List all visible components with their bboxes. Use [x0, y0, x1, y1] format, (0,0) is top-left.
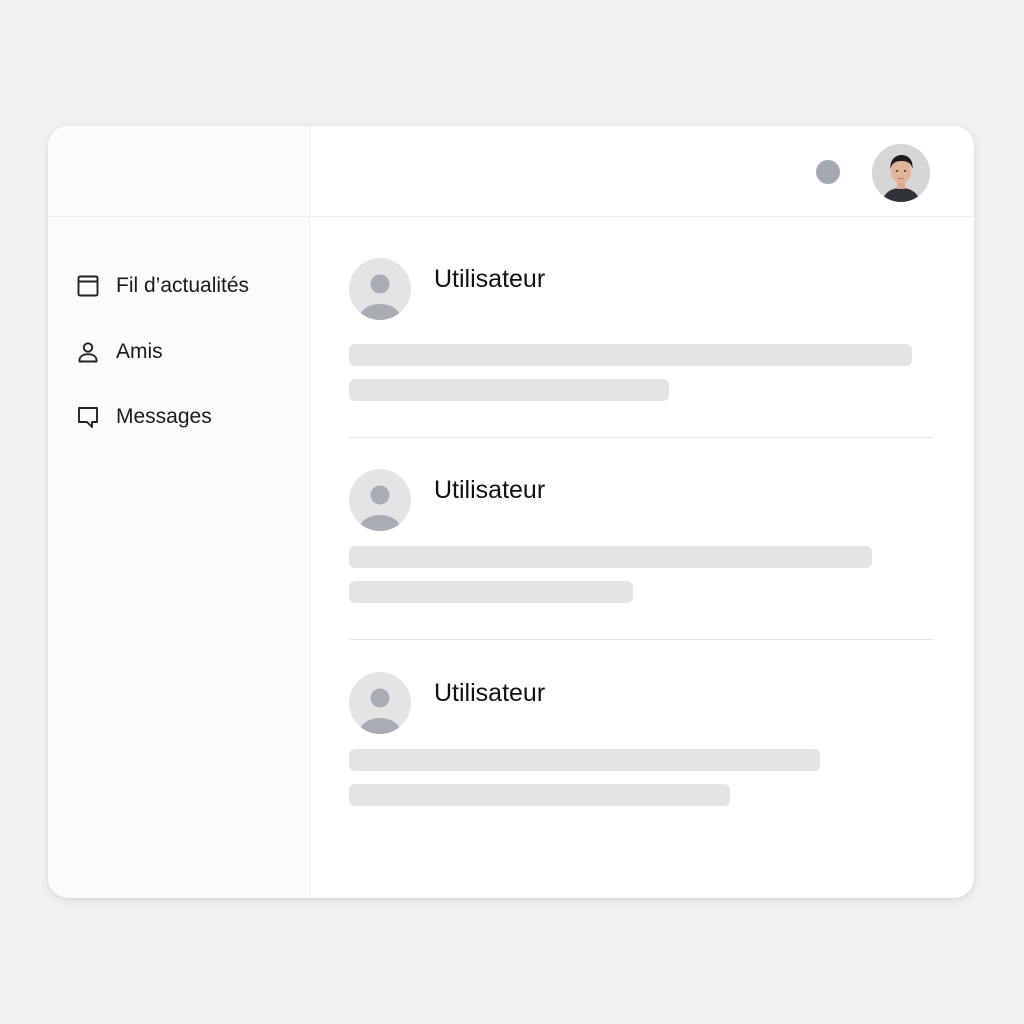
- avatar-placeholder-icon: [349, 672, 411, 734]
- sidebar-item-label: Fil d’actualités: [116, 274, 250, 297]
- sidebar-item-news-feed[interactable]: Fil d’actualités: [75, 268, 249, 304]
- post-username[interactable]: Utilisateur: [434, 265, 545, 294]
- sidebar-header: [48, 126, 309, 217]
- post-username[interactable]: Utilisateur: [434, 476, 545, 505]
- avatar-placeholder-icon: [349, 258, 411, 320]
- content-skeleton-line: [349, 344, 912, 366]
- post-divider: [349, 437, 933, 438]
- chat-bubble-icon: [75, 404, 101, 430]
- person-icon: [75, 339, 101, 365]
- post-username[interactable]: Utilisateur: [434, 679, 545, 708]
- sidebar-item-label: Amis: [116, 340, 163, 363]
- content-skeleton-line: [349, 784, 730, 806]
- content-skeleton-line: [349, 749, 820, 771]
- feed-post[interactable]: Utilisateur: [349, 469, 933, 603]
- user-photo-icon: [872, 144, 930, 202]
- feed-post[interactable]: Utilisateur: [349, 258, 933, 401]
- profile-avatar[interactable]: [872, 144, 930, 202]
- content-skeleton-line: [349, 581, 633, 603]
- sidebar: Fil d’actualités Amis Messages: [48, 126, 310, 898]
- sidebar-item-messages[interactable]: Messages: [75, 399, 212, 435]
- sidebar-item-label: Messages: [116, 405, 212, 428]
- topbar: [310, 126, 974, 217]
- feed-post[interactable]: Utilisateur: [349, 672, 933, 806]
- newspaper-icon: [75, 273, 101, 299]
- avatar-placeholder-icon: [349, 469, 411, 531]
- sidebar-item-friends[interactable]: Amis: [75, 334, 163, 370]
- status-dot-icon[interactable]: [816, 160, 840, 184]
- content-skeleton-line: [349, 546, 872, 568]
- content-skeleton-line: [349, 379, 669, 401]
- app-window: Fil d’actualités Amis Messages Utilisate…: [48, 126, 974, 898]
- feed: Utilisateur Utilisateur Utilisateur: [310, 217, 974, 898]
- post-divider: [349, 639, 933, 640]
